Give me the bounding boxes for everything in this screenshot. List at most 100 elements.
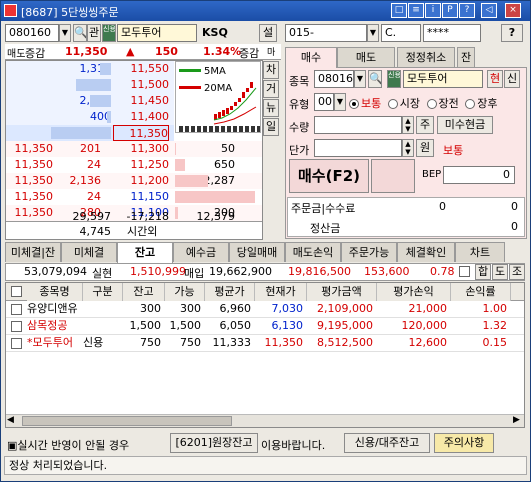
row-checkbox[interactable] — [11, 304, 22, 315]
pin-button[interactable]: P — [442, 3, 458, 18]
buy-button[interactable]: 매수(F2) — [289, 159, 369, 193]
close-button[interactable]: × — [505, 3, 521, 18]
column-header[interactable]: 평가금액 — [307, 283, 377, 301]
sum-button[interactable]: 합 — [475, 264, 491, 280]
volume-bar — [203, 126, 207, 132]
stock-label: 종목 — [289, 75, 310, 88]
radio-normal[interactable]: 보통 — [349, 97, 381, 110]
password-input[interactable]: **** — [423, 24, 481, 42]
vtab[interactable]: 거 — [263, 80, 279, 98]
cell-eval: 8,512,500 — [317, 336, 373, 349]
tab-balance-4[interactable]: 당일매매 — [229, 242, 285, 262]
column-header[interactable]: 평가손익 — [377, 283, 451, 301]
ask-volume-bar — [107, 111, 111, 123]
tab-order-2[interactable]: 정정취소 — [397, 47, 455, 67]
account-dropdown-icon[interactable]: ▼ — [367, 24, 379, 42]
tab-balance-2[interactable]: 잔고 — [117, 242, 173, 263]
cell-avail: 1,500 — [169, 319, 202, 332]
tab-balance-0[interactable]: 미체결|잔 — [5, 242, 61, 262]
row-checkbox[interactable] — [11, 338, 22, 349]
column-header[interactable]: 가능 — [165, 283, 205, 301]
sum-checkbox[interactable] — [459, 266, 470, 277]
qty-input[interactable] — [314, 116, 402, 134]
radio-preopen[interactable]: 장전 — [426, 97, 459, 110]
sell-button[interactable]: 도 — [492, 264, 508, 280]
tab-balance-8[interactable]: 차트 — [455, 242, 505, 262]
misu-cash-button[interactable]: 미수현금 — [437, 116, 493, 134]
order-search-icon[interactable]: 🔍 — [368, 70, 382, 88]
price-input[interactable] — [314, 139, 402, 157]
cell-cur: 11,350 — [264, 336, 304, 349]
ask-price[interactable]: 11,400 — [113, 109, 170, 125]
radio-market[interactable]: 시장 — [387, 97, 420, 110]
tab-balance-1[interactable]: 미체결 — [61, 242, 117, 262]
sum-diff: -17,218 — [126, 210, 169, 223]
ask-price[interactable]: 11,350 — [113, 125, 169, 141]
column-header[interactable]: 현재가 — [255, 283, 307, 301]
cell-name[interactable]: *모두투어 — [27, 335, 79, 351]
restore-button[interactable]: □ — [391, 3, 407, 18]
blank-button[interactable] — [371, 159, 415, 193]
ask-price[interactable]: 11,450 — [113, 93, 170, 109]
column-header[interactable]: 손익률 — [451, 283, 511, 301]
lookup-button[interactable]: 관 — [87, 24, 101, 42]
qty-unit-button[interactable]: 주 — [416, 116, 434, 134]
row-checkbox[interactable] — [11, 321, 22, 332]
sum-bid: 12,379 — [196, 210, 236, 223]
tab-order-1[interactable]: 매도 — [337, 47, 395, 67]
cell-name[interactable]: 삼목정공 — [27, 318, 79, 334]
info-button[interactable]: i — [425, 3, 441, 18]
credit-button[interactable]: 신 — [504, 70, 520, 88]
scroll-thumb[interactable] — [22, 416, 232, 426]
tab-balance-7[interactable]: 체결확인 — [397, 242, 455, 262]
vtab[interactable]: 일 — [263, 118, 279, 136]
vtab[interactable]: 뉴 — [263, 99, 279, 117]
query-button[interactable]: 조 — [509, 264, 525, 280]
column-header[interactable]: 잔고 — [123, 283, 165, 301]
ask-price[interactable]: 11,550 — [113, 61, 170, 77]
account-input[interactable]: 015- — [285, 24, 367, 42]
tab-balance-6[interactable]: 주문가능 — [341, 242, 397, 262]
order-code-dropdown-icon[interactable]: ▼ — [354, 70, 366, 88]
header-checkbox[interactable] — [11, 286, 22, 297]
bid-price[interactable]: 11,250 — [113, 157, 170, 173]
settings-button[interactable]: 설 — [259, 24, 277, 42]
price-stepper[interactable]: ▲ ▼ — [402, 139, 414, 157]
credit-balance-button[interactable]: 신용/대주잔고 — [344, 433, 430, 453]
tab-balance-3[interactable]: 예수금 — [173, 242, 229, 262]
vtab[interactable]: 차 — [263, 61, 279, 79]
code-dropdown-icon[interactable]: ▼ — [59, 24, 71, 42]
scroll-left-icon[interactable]: ◀ — [7, 415, 14, 425]
column-header[interactable]: 평균가 — [205, 283, 255, 301]
caution-button[interactable]: 주의사항 — [434, 433, 494, 453]
tab-order-3[interactable]: 잔 — [457, 47, 475, 67]
ask-volume-bar — [100, 63, 111, 75]
cash-button[interactable]: 현 — [487, 70, 503, 88]
radio-afterhours[interactable]: 장후 — [465, 97, 498, 110]
cell-pl: 21,000 — [408, 302, 448, 315]
order-code-input[interactable]: 080160 — [314, 70, 354, 88]
type-input[interactable]: 00 — [314, 93, 334, 111]
column-header[interactable]: 구분 — [83, 283, 123, 301]
bid-price[interactable]: 11,200 — [113, 173, 170, 189]
scroll-right-icon[interactable]: ▶ — [513, 415, 520, 425]
bep-label: BEP — [422, 169, 442, 180]
cell-name[interactable]: 유양디앤유 — [27, 301, 79, 317]
horizontal-scrollbar[interactable]: ◀ ▶ — [6, 414, 524, 427]
ask-price[interactable]: 11,500 — [113, 77, 170, 93]
account-help-button[interactable]: ? — [501, 24, 523, 42]
tab-balance-5[interactable]: 매도손익 — [285, 242, 341, 262]
back-button[interactable]: ◁ — [481, 3, 497, 18]
ledger-balance-button[interactable]: [6201]원장잔고 — [170, 433, 258, 453]
tab-order-0[interactable]: 매수 — [285, 47, 337, 68]
qty-stepper[interactable]: ▲ ▼ — [402, 116, 414, 134]
search-icon[interactable]: 🔍 — [73, 24, 87, 42]
menu-button[interactable]: ≡ — [408, 3, 424, 18]
price-unit-button[interactable]: 원 — [416, 139, 434, 157]
type-dropdown-icon[interactable]: ▼ — [334, 93, 346, 111]
stock-code-input[interactable]: 080160 — [5, 24, 59, 42]
bid-price[interactable]: 11,150 — [113, 189, 170, 205]
column-header[interactable]: 종목명 — [27, 283, 83, 301]
bid-price[interactable]: 11,300 — [113, 141, 170, 157]
help-button[interactable]: ? — [459, 3, 475, 18]
